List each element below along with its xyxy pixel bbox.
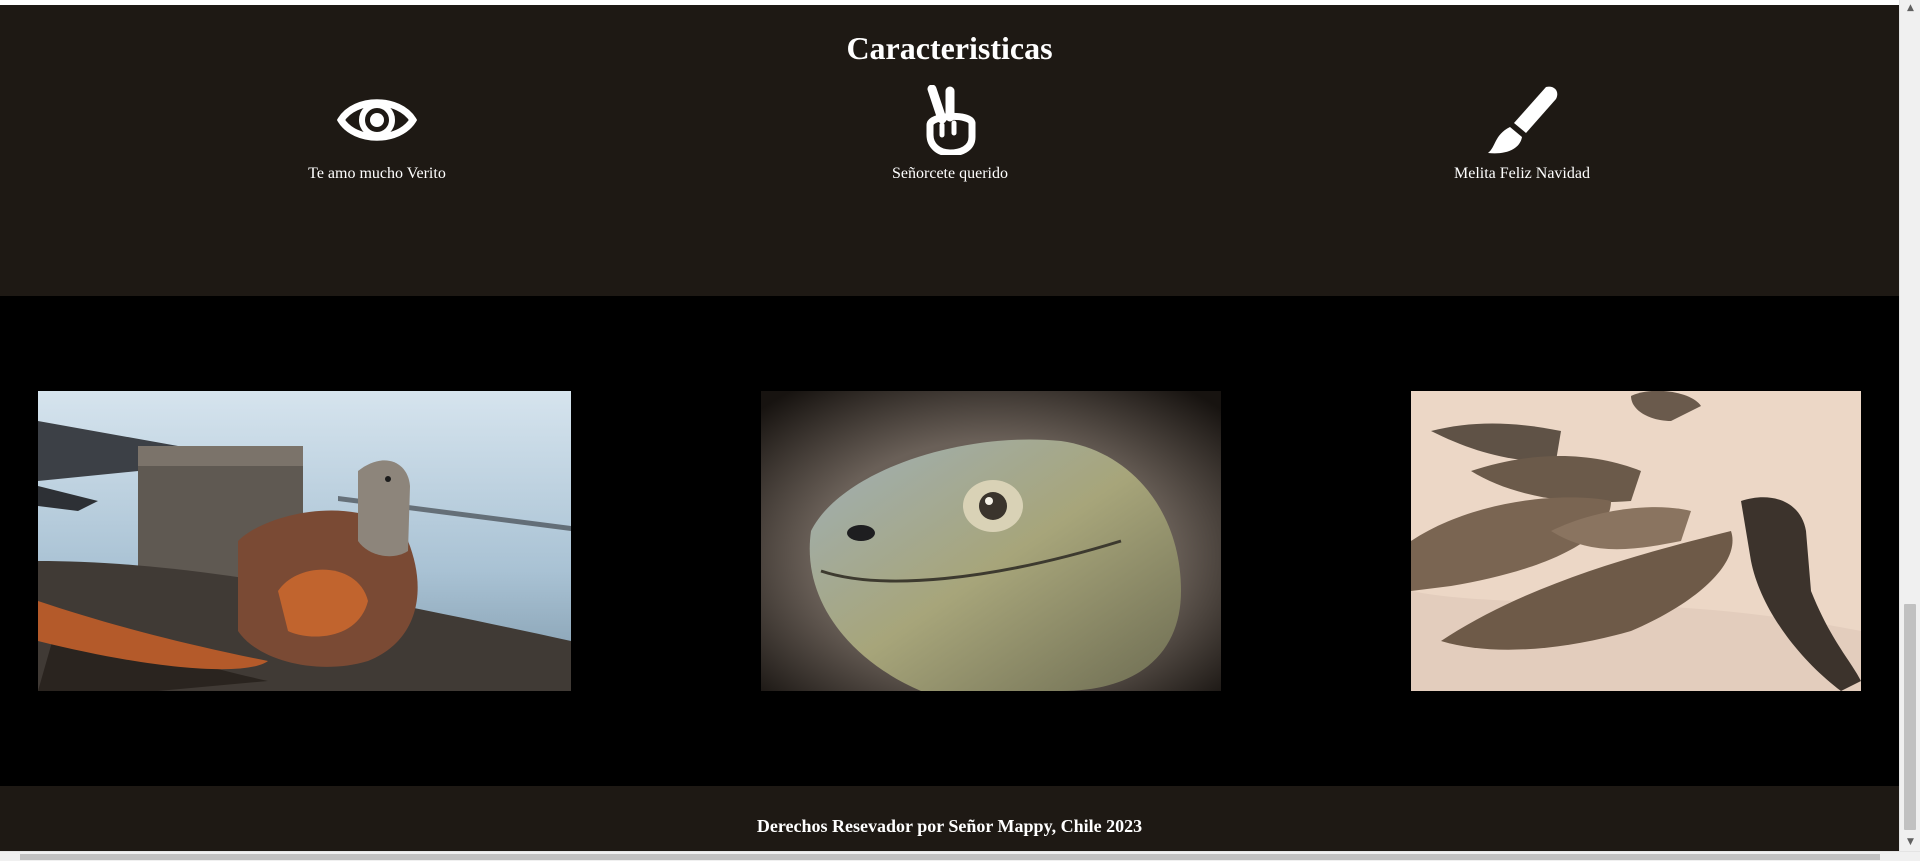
feature-item-eye: Te amo mucho Verito	[247, 85, 507, 183]
features-section: Caracteristicas Te amo mucho Verito Seño…	[0, 5, 1899, 296]
feature-caption: Señorcete querido	[892, 165, 1008, 182]
feature-caption: Melita Feliz Navidad	[1454, 165, 1590, 182]
eye-icon	[337, 99, 417, 141]
gallery-section	[0, 296, 1899, 786]
scroll-up-arrow-icon[interactable]: ▲	[1900, 0, 1920, 17]
feature-caption: Te amo mucho Verito	[308, 165, 446, 182]
horizontal-scrollbar[interactable]	[0, 851, 1920, 861]
scroll-down-arrow-icon[interactable]: ▼	[1900, 834, 1920, 851]
feature-item-brush: Melita Feliz Navidad	[1392, 85, 1652, 183]
horizontal-scrollbar-thumb[interactable]	[20, 854, 1880, 860]
peace-hand-icon	[926, 85, 976, 155]
page-viewport: Caracteristicas Te amo mucho Verito Seño…	[0, 0, 1899, 851]
gallery-image-iguanas-sand	[1411, 391, 1861, 691]
feature-item-peace: Señorcete querido	[820, 85, 1080, 183]
footer-copyright: Derechos Resevador por Señor Mappy, Chil…	[756, 816, 1143, 836]
vertical-scrollbar[interactable]: ▲ ▼	[1899, 0, 1920, 851]
scrollbar-thumb[interactable]	[1904, 604, 1916, 830]
features-title: Caracteristicas	[846, 30, 1053, 66]
paintbrush-icon	[1488, 86, 1558, 154]
footer: Derechos Resevador por Señor Mappy, Chil…	[0, 786, 1899, 851]
gallery-image-iguana-head	[761, 391, 1221, 691]
gallery-image-iguana-rocks	[38, 391, 571, 691]
